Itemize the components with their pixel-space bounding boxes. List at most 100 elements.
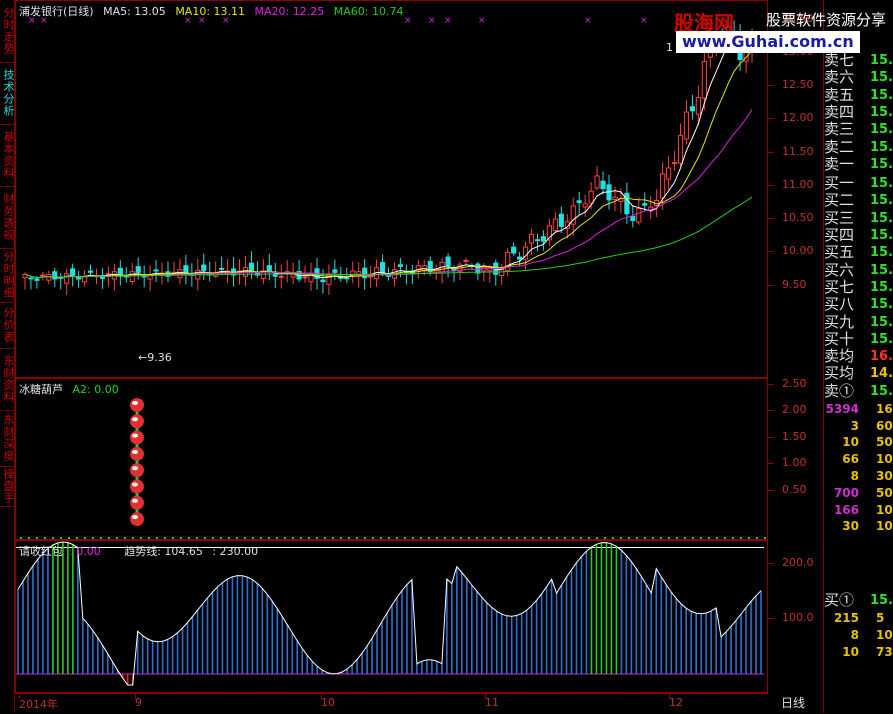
candle-down bbox=[630, 216, 636, 221]
tanghulu-ball bbox=[130, 430, 144, 445]
candle-down bbox=[34, 278, 40, 281]
baseline-dot bbox=[412, 537, 414, 539]
oscillator-tick bbox=[768, 618, 774, 619]
candle-down bbox=[624, 192, 630, 215]
baseline-dot bbox=[436, 537, 438, 539]
candle-down bbox=[558, 213, 564, 227]
oscillator-legend: 请收红包: 0.00 趋势线: 104.65 : 230.00 bbox=[19, 543, 264, 559]
indicator-a2: A2: 0.00 bbox=[72, 383, 119, 396]
baseline-dot bbox=[420, 537, 422, 539]
baseline-dot bbox=[284, 537, 286, 539]
candle-up bbox=[695, 96, 701, 115]
tab-7[interactable]: 东财深度 bbox=[0, 410, 15, 467]
signal-marker: × bbox=[478, 16, 486, 26]
tab-5[interactable]: 分价表 bbox=[0, 302, 15, 349]
signal-marker: × bbox=[428, 16, 436, 26]
signal-marker: × bbox=[444, 16, 452, 26]
price-chart-panel[interactable]: × × × × × × × × × × × 浦发银行(日线) MA5: 13.05 MA10: 13… bbox=[15, 0, 768, 378]
buy-queue-row: 10 73 bbox=[824, 644, 893, 660]
baseline-dot bbox=[348, 537, 350, 539]
queue-volume: 66 bbox=[842, 452, 859, 467]
date-tick bbox=[321, 694, 322, 699]
baseline-dot bbox=[644, 537, 646, 539]
queue-count: 50 bbox=[876, 435, 893, 450]
candle-down bbox=[576, 200, 582, 204]
sell-level-label: 卖二 bbox=[824, 137, 855, 156]
avg-price: 14. bbox=[870, 366, 893, 382]
baseline-dot bbox=[156, 537, 158, 539]
candle-down bbox=[135, 266, 141, 273]
sell-level-price: 15. bbox=[870, 70, 893, 86]
buy-level-price: 15. bbox=[870, 193, 893, 209]
candle-down bbox=[70, 268, 76, 276]
tab-4[interactable]: 分时明细 bbox=[0, 248, 15, 303]
baseline-dot bbox=[428, 537, 430, 539]
candlestick-chart[interactable]: × × × × × × × × × × × bbox=[16, 1, 768, 378]
oscillator-panel[interactable]: 请收红包: 0.00 趋势线: 104.65 : 230.00 bbox=[15, 540, 768, 693]
queue-volume: 700 bbox=[833, 485, 859, 500]
sell-queue-price: 15.2 bbox=[870, 383, 893, 399]
stock-chart-window: 分时走势 技术分析 基本资料 财务透视 分时明细 分价表 东财资料 东财深度 操盘手 × × × × ×… bbox=[0, 0, 893, 713]
indicator-axis-label: 2.50 bbox=[782, 376, 807, 390]
candle-up bbox=[671, 162, 678, 165]
baseline-dot bbox=[740, 537, 742, 539]
tanghulu-ball bbox=[130, 495, 144, 510]
candle-up bbox=[463, 259, 469, 262]
baseline-dot bbox=[84, 537, 86, 539]
candle-down bbox=[379, 262, 386, 273]
price-tick bbox=[768, 218, 774, 220]
buy-level-label: 买二 bbox=[824, 191, 855, 210]
buy-level-label: 买五 bbox=[824, 243, 855, 262]
candle-down bbox=[272, 274, 278, 277]
candle-down bbox=[511, 246, 517, 254]
indicator-tick bbox=[768, 436, 774, 438]
baseline-dot bbox=[44, 537, 46, 539]
baseline-dot bbox=[108, 537, 110, 539]
buy-level-label: 买七 bbox=[824, 277, 855, 296]
baseline-dot bbox=[124, 537, 126, 539]
candle-down bbox=[451, 268, 457, 271]
watermark-slogan: 股票软件资源分享 bbox=[766, 11, 887, 29]
baseline-dot bbox=[716, 537, 718, 539]
tab-1[interactable]: 技术分析 bbox=[0, 62, 15, 125]
price-tick bbox=[768, 184, 774, 186]
order-book-buy-row: 买九 15. bbox=[824, 313, 893, 331]
tab-6[interactable]: 东财资料 bbox=[0, 348, 15, 411]
baseline-dot bbox=[164, 537, 166, 539]
tab-0[interactable]: 分时走势 bbox=[0, 0, 15, 63]
tanghulu-ball bbox=[130, 446, 144, 461]
price-tick bbox=[768, 118, 774, 120]
tab-2[interactable]: 基本资料 bbox=[0, 124, 15, 187]
sell-level-price: 15. bbox=[870, 156, 893, 172]
sell-level-label: 卖五 bbox=[824, 85, 855, 104]
price-tick bbox=[768, 151, 774, 153]
candle-down bbox=[87, 270, 94, 273]
baseline-dot bbox=[660, 537, 662, 539]
order-book-avg-row: 卖均 16. bbox=[824, 348, 893, 365]
price-axis-label: 12.00 bbox=[782, 111, 814, 125]
sell-level-label: 卖六 bbox=[824, 68, 855, 87]
avg-label: 买均 bbox=[824, 364, 855, 383]
order-book-sell-row: 卖五 15. bbox=[824, 85, 893, 104]
queue-volume: 30 bbox=[842, 519, 859, 534]
baseline-dot bbox=[732, 537, 734, 539]
candle-down bbox=[332, 269, 338, 273]
sell-queue-row: 8 30 bbox=[824, 468, 893, 484]
tab-8[interactable]: 操盘手 bbox=[0, 466, 15, 507]
date-tick bbox=[135, 694, 136, 699]
baseline-dot bbox=[724, 537, 726, 539]
oscillator-name: 请收红包 bbox=[19, 545, 63, 558]
buy-queue-header: 买① 15.2 bbox=[824, 592, 893, 609]
tanghulu-ball bbox=[130, 414, 144, 429]
baseline-dot bbox=[556, 537, 558, 539]
queue-count: 30 bbox=[876, 468, 893, 483]
tab-3[interactable]: 财务透视 bbox=[0, 186, 15, 249]
buy-level-price: 15. bbox=[870, 262, 893, 278]
indicator-panel[interactable]: 冰糖葫芦 A2: 0.00 bbox=[15, 378, 768, 540]
low-price-value: 9.36 bbox=[147, 351, 172, 364]
order-book-sell-row: 卖三 15. bbox=[824, 121, 893, 138]
baseline-dot bbox=[532, 537, 534, 539]
candle-up bbox=[302, 276, 308, 279]
baseline-dot bbox=[676, 537, 678, 539]
candle-down bbox=[153, 269, 159, 272]
